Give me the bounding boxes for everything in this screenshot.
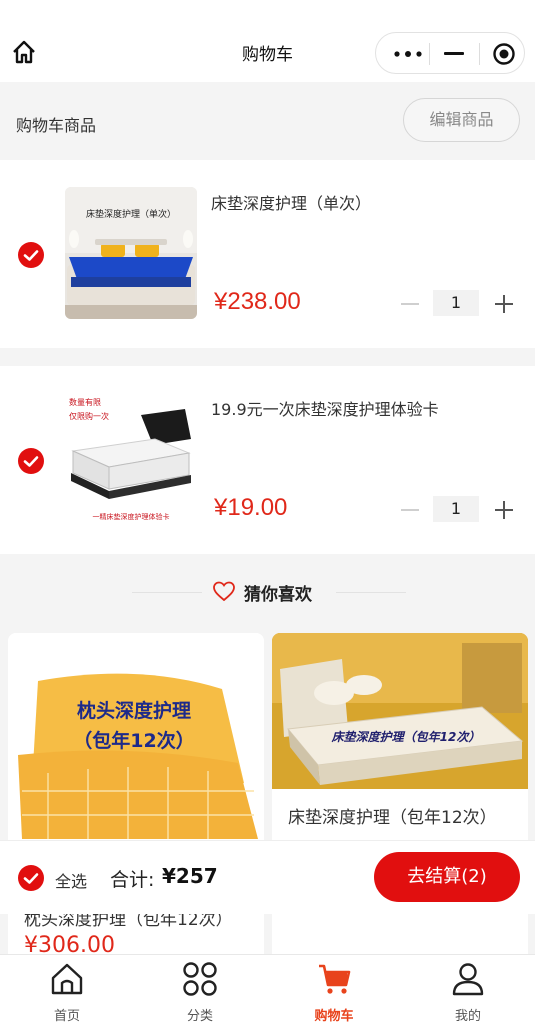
cart-icon [319,964,351,994]
image-caption: 床垫深度护理（包年12次） [331,730,481,744]
image-caption: 一精床垫深度护理体验卡 [93,512,170,521]
tab-home[interactable]: 首页 [0,955,134,1024]
user-icon [452,963,484,996]
more-icon[interactable] [394,51,422,57]
image-caption: 枕头深度护理 [77,699,191,722]
product-title[interactable]: 床垫深度护理（单次） [211,190,371,214]
checkout-bar: 全选 合计: ¥257 去结算(2) [0,840,535,914]
select-all-label[interactable]: 全选 [55,868,87,892]
product-image: 床垫深度护理（包年12次） [272,633,528,789]
close-target-icon[interactable] [492,42,516,66]
recommend-title: 猜你喜欢 [244,585,312,605]
checkbox-checked-icon[interactable] [18,242,44,268]
recommend-heading: 猜你喜欢 [0,570,535,614]
tab-category[interactable]: 分类 [133,955,267,1024]
product-image[interactable]: 数量有限 仅限购一次 一精床垫深度护理体验卡 [65,393,197,525]
decrease-button[interactable] [397,290,425,318]
tab-label: 购物车 [314,1009,354,1024]
decrease-button[interactable] [397,496,425,524]
product-image: 枕头深度护理 （包年12次） [8,633,264,843]
increase-button[interactable] [491,496,519,524]
divider [336,592,406,593]
home-icon [51,963,83,995]
capsule-divider [429,43,430,65]
total-value: ¥257 [162,864,218,888]
heart-icon [213,581,235,602]
total-label: 合计: [110,869,155,891]
image-caption: 数量有限 [69,397,101,407]
category-icon [183,962,217,996]
bottom-tab-bar: 首页 分类 购物车 我的 [0,954,535,1024]
quantity-stepper: 1 [397,290,519,318]
product-title[interactable]: 19.9元一次床垫深度护理体验卡 [211,396,439,420]
cart-item: 床垫深度护理（单次） 床垫深度护理（单次） ¥238.00 1 [0,160,535,348]
top-nav-bar: 购物车 [0,0,535,82]
quantity-stepper: 1 [397,496,519,524]
mini-program-capsule [375,32,525,74]
tab-label: 首页 [53,1009,80,1024]
checkbox-checked-icon[interactable] [18,448,44,474]
recommend-title: 床垫深度护理（包年12次） [288,808,497,828]
quantity-value[interactable]: 1 [433,290,479,316]
section-title: 购物车商品 [16,116,97,135]
image-caption: （包年12次） [73,729,194,752]
select-all-checkbox-icon[interactable] [18,865,44,891]
capsule-divider [479,43,480,65]
minimize-icon[interactable] [444,52,464,55]
divider [132,592,202,593]
checkout-button[interactable]: 去结算(2) [374,852,520,902]
image-caption: 仅限购一次 [69,411,109,421]
quantity-value[interactable]: 1 [433,496,479,522]
image-caption: 床垫深度护理（单次） [86,208,176,220]
tab-label: 分类 [186,1009,213,1024]
increase-button[interactable] [491,290,519,318]
product-image[interactable]: 床垫深度护理（单次） [65,187,197,319]
edit-items-button[interactable]: 编辑商品 [403,98,520,142]
product-price: ¥19.00 [214,494,288,521]
product-price: ¥238.00 [214,288,301,315]
cart-item: 数量有限 仅限购一次 一精床垫深度护理体验卡 19.9元一次床垫深度护理体验卡 … [0,366,535,554]
tab-label: 我的 [454,1009,481,1024]
tab-mine[interactable]: 我的 [401,955,535,1024]
tab-cart[interactable]: 购物车 [267,955,401,1024]
